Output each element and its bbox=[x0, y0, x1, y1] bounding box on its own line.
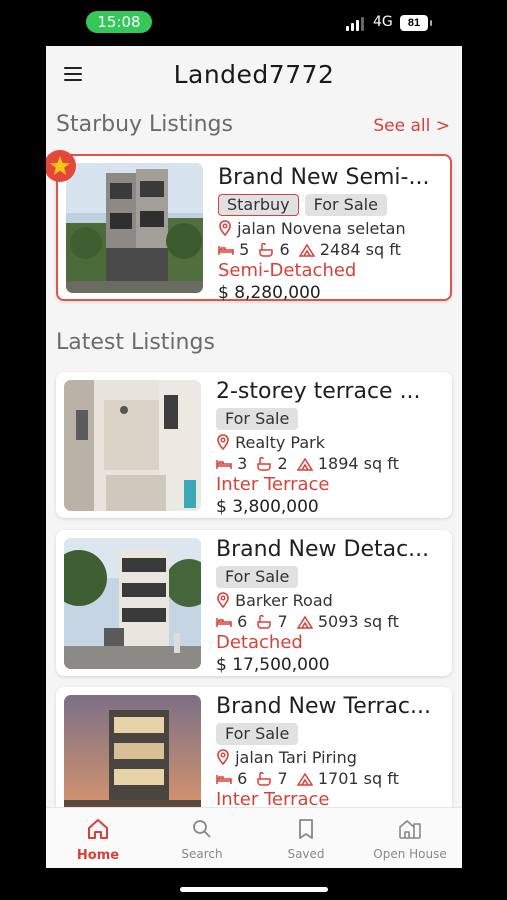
home-icon bbox=[88, 819, 108, 839]
listing-specs-row: 6 7 5093 sq ft bbox=[216, 611, 446, 632]
listing-title: Brand New Detac... bbox=[216, 537, 430, 562]
bath-icon bbox=[259, 242, 274, 257]
location-pin-icon bbox=[219, 220, 231, 237]
nav-home[interactable]: Home bbox=[46, 818, 150, 863]
listing-location: jalan Novena seletan bbox=[237, 219, 406, 238]
listing-location-row: Barker Road bbox=[216, 590, 446, 611]
listing-photo bbox=[66, 163, 203, 293]
bath-icon bbox=[257, 771, 272, 786]
listing-specs-row: 3 2 1894 sq ft bbox=[216, 453, 446, 474]
listing-type: Semi-Detached bbox=[218, 260, 357, 281]
listing-type: Detached bbox=[216, 632, 303, 653]
listing-beds: 3 bbox=[237, 454, 248, 473]
bath-icon bbox=[257, 456, 272, 471]
nav-search-label: Search bbox=[181, 847, 223, 861]
listing-price: $ 17,500,000 bbox=[216, 655, 330, 675]
latest-listing-card[interactable]: 2-storey terrace ... For Sale Realty Par… bbox=[56, 372, 452, 518]
listing-area: 2484 sq ft bbox=[319, 240, 401, 259]
status-time: 15:08 bbox=[86, 11, 152, 33]
bookmark-icon bbox=[299, 819, 313, 839]
for-sale-tag: For Sale bbox=[216, 723, 299, 745]
phone-screen: 15:08 4G 81 Landed7772 Starbuy Listings … bbox=[46, 0, 462, 900]
area-icon bbox=[298, 243, 316, 257]
listing-area: 5093 sq ft bbox=[317, 612, 399, 631]
latest-listing-card[interactable]: Brand New Detac... For Sale Barker Road … bbox=[56, 530, 452, 676]
listing-details: 2-storey terrace ... For Sale Realty Par… bbox=[216, 378, 446, 518]
listing-baths: 7 bbox=[277, 769, 288, 788]
area-icon bbox=[296, 457, 314, 471]
listing-details: Brand New Semi-... Starbuy For Sale jalan… bbox=[218, 164, 444, 304]
location-pin-icon bbox=[217, 434, 229, 451]
listing-price: $ 8,280,000 bbox=[218, 283, 321, 303]
listing-photo bbox=[64, 380, 201, 511]
starbuy-tag: Starbuy bbox=[218, 194, 299, 216]
listing-photo bbox=[64, 538, 201, 669]
listing-location-row: Realty Park bbox=[216, 432, 446, 453]
listing-area: 1701 sq ft bbox=[317, 769, 399, 788]
listing-type: Inter Terrace bbox=[216, 474, 330, 495]
listing-specs-row: 5 6 2484 sq ft bbox=[218, 239, 444, 260]
open-house-icon bbox=[399, 820, 421, 839]
for-sale-tag: For Sale bbox=[304, 194, 387, 216]
bath-icon bbox=[257, 614, 272, 629]
starbuy-section-title: Starbuy Listings bbox=[56, 112, 233, 137]
starbuy-star-icon bbox=[46, 150, 76, 182]
app-title: Landed7772 bbox=[173, 60, 335, 89]
listing-title: 2-storey terrace ... bbox=[216, 379, 421, 404]
listing-location: Realty Park bbox=[235, 433, 325, 452]
network-label: 4G bbox=[373, 14, 393, 30]
starbuy-listing-card[interactable]: Brand New Semi-... Starbuy For Sale jalan… bbox=[56, 154, 452, 304]
listing-location-row: jalan Novena seletan bbox=[218, 218, 444, 239]
bed-icon bbox=[218, 246, 234, 255]
listing-specs-row: 6 7 1701 sq ft bbox=[216, 768, 446, 789]
nav-search[interactable]: Search bbox=[150, 818, 254, 861]
listing-beds: 6 bbox=[237, 769, 248, 788]
battery-icon: 81 bbox=[400, 15, 432, 31]
nav-open-house[interactable]: Open House bbox=[358, 818, 462, 861]
listing-baths: 2 bbox=[277, 454, 288, 473]
listing-area: 1894 sq ft bbox=[317, 454, 399, 473]
listing-baths: 6 bbox=[279, 240, 290, 259]
location-pin-icon bbox=[217, 749, 229, 766]
nav-saved-label: Saved bbox=[287, 847, 325, 861]
listing-baths: 7 bbox=[277, 612, 288, 631]
listing-details: Brand New Terrac... For Sale jalan Tari … bbox=[216, 693, 446, 811]
bed-icon bbox=[216, 775, 232, 784]
listing-title: Brand New Terrac... bbox=[216, 694, 431, 719]
latest-section-title: Latest Listings bbox=[56, 330, 215, 355]
signal-icon bbox=[346, 17, 368, 31]
bed-icon bbox=[216, 618, 232, 627]
area-icon bbox=[296, 615, 314, 629]
status-bar: 15:08 4G 81 bbox=[46, 0, 462, 46]
nav-home-label: Home bbox=[76, 848, 120, 863]
bottom-nav: Home Search Saved Open House bbox=[46, 807, 462, 868]
for-sale-tag: For Sale bbox=[216, 566, 299, 588]
listing-tags: Starbuy For Sale bbox=[218, 194, 444, 218]
search-icon bbox=[193, 820, 211, 838]
nav-open-house-label: Open House bbox=[373, 847, 447, 861]
app-header: Landed7772 bbox=[46, 46, 462, 104]
for-sale-tag: For Sale bbox=[216, 408, 299, 430]
location-pin-icon bbox=[217, 592, 229, 609]
listing-location-row: jalan Tari Piring bbox=[216, 747, 446, 768]
listing-location: jalan Tari Piring bbox=[235, 748, 357, 767]
listing-price: $ 3,800,000 bbox=[216, 497, 319, 517]
listing-location: Barker Road bbox=[235, 591, 333, 610]
area-icon bbox=[296, 772, 314, 786]
listing-beds: 6 bbox=[237, 612, 248, 631]
bed-icon bbox=[216, 460, 232, 469]
home-indicator[interactable] bbox=[180, 887, 328, 892]
listing-title: Brand New Semi-... bbox=[218, 165, 430, 190]
listing-details: Brand New Detac... For Sale Barker Road … bbox=[216, 536, 446, 676]
home-indicator-bar bbox=[46, 868, 462, 900]
listing-beds: 5 bbox=[239, 240, 250, 259]
see-all-link[interactable]: See all > bbox=[373, 116, 450, 136]
nav-saved[interactable]: Saved bbox=[254, 818, 358, 861]
